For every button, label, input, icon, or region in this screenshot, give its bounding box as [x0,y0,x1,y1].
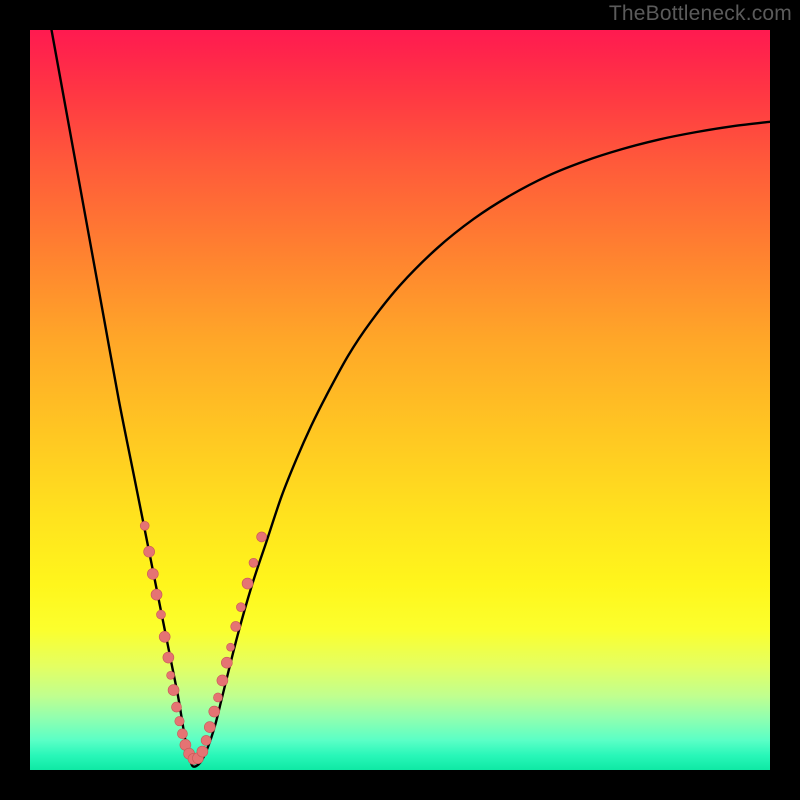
watermark-text: TheBottleneck.com [609,2,792,26]
data-marker [156,610,165,619]
chart-svg [30,30,770,770]
data-marker [236,603,245,612]
data-marker [257,532,267,542]
data-marker [147,568,158,579]
data-markers [140,521,266,764]
data-marker [177,729,187,739]
data-marker [221,657,232,668]
data-marker [227,643,235,651]
data-marker [209,706,220,717]
data-marker [144,546,155,557]
data-marker [168,685,179,696]
data-marker [159,631,170,642]
data-marker [217,675,228,686]
data-marker [151,589,162,600]
data-marker [213,693,222,702]
data-marker [204,722,215,733]
data-marker [175,716,184,725]
chart-frame: TheBottleneck.com [0,0,800,800]
data-marker [231,621,241,631]
data-marker [242,578,253,589]
data-marker [201,735,211,745]
data-marker [249,558,258,567]
data-marker [172,702,182,712]
data-marker [140,521,149,530]
data-marker [167,671,175,679]
plot-area [30,30,770,770]
bottleneck-curve [45,30,770,767]
data-marker [197,746,208,757]
data-marker [163,652,174,663]
